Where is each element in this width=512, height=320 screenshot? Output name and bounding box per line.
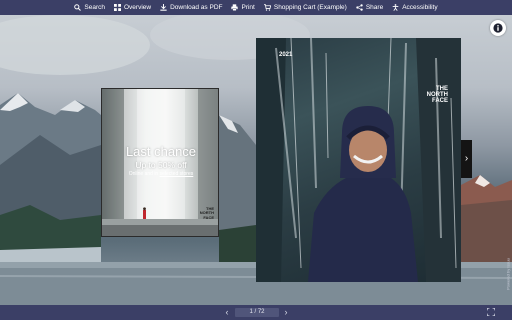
bottom-navigation-bar: ‹ 1 / 72 › xyxy=(0,305,512,320)
cover-brand-logo: THE NORTH FACE xyxy=(406,86,448,106)
flyer-brand-logo: THE NORTH FACE xyxy=(188,206,214,220)
fullscreen-button[interactable] xyxy=(486,307,496,318)
search-label: Search xyxy=(84,4,105,11)
print-label: Print xyxy=(241,4,255,11)
powered-by-tab[interactable]: Powered by Issuu xyxy=(503,245,512,303)
flyer-small-text: Online and in selected stores xyxy=(102,171,218,177)
flyer-title: Last chance xyxy=(125,144,197,159)
flyer-page[interactable]: Last chance Up to 50% off Online and in … xyxy=(101,88,219,237)
info-button[interactable] xyxy=(490,20,506,36)
search-icon xyxy=(74,4,82,11)
download-pdf-button[interactable]: Download as PDF xyxy=(160,4,222,11)
flyer-logo-line3: FACE xyxy=(203,214,214,220)
printer-icon xyxy=(231,4,239,11)
download-pdf-label: Download as PDF xyxy=(170,4,223,11)
info-icon xyxy=(493,23,503,33)
cover-photo xyxy=(256,38,461,282)
previous-page-button[interactable]: ‹ xyxy=(222,307,232,318)
cover-page[interactable]: 2021 THE NORTH FACE xyxy=(256,38,461,282)
cover-year: 2021 xyxy=(279,52,293,58)
overview-label: Overview xyxy=(124,4,152,11)
print-button[interactable]: Print xyxy=(231,4,255,11)
search-button[interactable]: Search xyxy=(74,4,105,11)
overview-button[interactable]: Overview xyxy=(114,4,151,11)
chevron-right-icon: › xyxy=(284,307,288,317)
grid-icon xyxy=(114,4,121,11)
top-toolbar: Search Overview Download as PDF Print Sh… xyxy=(0,0,512,15)
accessibility-label: Accessibility xyxy=(402,4,438,11)
fullscreen-icon xyxy=(486,307,496,317)
cart-icon xyxy=(263,4,271,11)
chevron-right-icon: › xyxy=(464,153,469,164)
selected-stores-link[interactable]: selected stores xyxy=(160,171,194,177)
share-button[interactable]: Share xyxy=(356,4,383,11)
powered-by-label: Powered by Issuu xyxy=(505,258,510,290)
shopping-cart-button[interactable]: Shopping Cart (Example) xyxy=(263,4,347,11)
download-icon xyxy=(160,4,167,11)
next-page-bottom-button[interactable]: › xyxy=(281,307,291,318)
cover-logo-line3: FACE xyxy=(431,98,448,105)
shopping-cart-label: Shopping Cart (Example) xyxy=(273,4,347,11)
share-label: Share xyxy=(365,4,384,11)
chevron-left-icon: ‹ xyxy=(225,307,229,317)
accessibility-icon xyxy=(392,4,399,11)
share-icon xyxy=(356,4,363,11)
flyer-subtitle: Up to 50% off xyxy=(135,160,187,170)
next-page-button[interactable]: › xyxy=(461,140,472,178)
accessibility-button[interactable]: Accessibility xyxy=(392,4,438,11)
page-indicator[interactable]: 1 / 72 xyxy=(235,308,279,317)
flyer-small-prefix: Online and in xyxy=(128,171,159,177)
